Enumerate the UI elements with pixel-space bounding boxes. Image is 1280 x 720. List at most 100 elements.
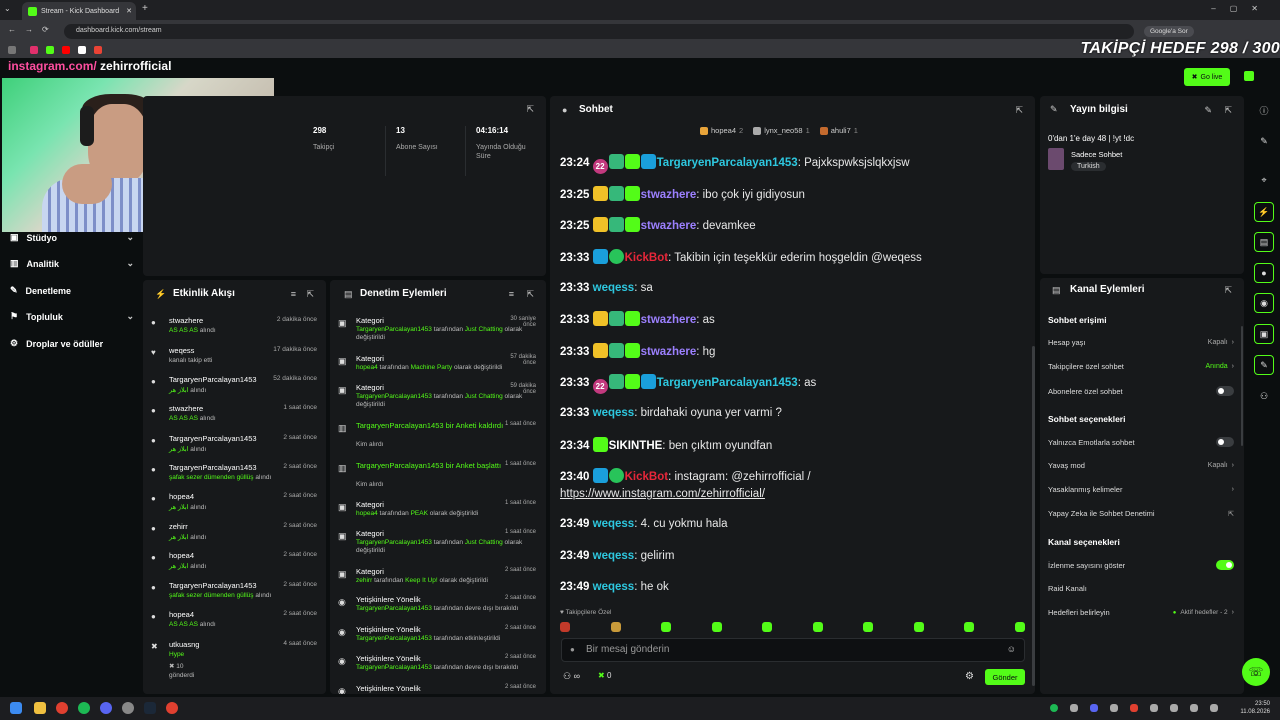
kick-logo-icon[interactable] <box>1244 71 1254 81</box>
chat-scrollbar[interactable] <box>1032 346 1035 686</box>
emote-icon[interactable] <box>560 622 570 632</box>
popout-icon[interactable]: ⇱ <box>306 289 314 300</box>
chat-bubble-icon[interactable]: ● <box>1254 263 1274 283</box>
emote-icon[interactable] <box>812 622 823 632</box>
activity-username[interactable]: hopea4 <box>169 610 194 619</box>
moderation-user[interactable]: zehirr <box>356 577 372 584</box>
followers-only-row[interactable]: Takipçilere özel sohbet Anında › <box>1048 362 1234 371</box>
emote-icon[interactable] <box>863 622 874 632</box>
chat-username[interactable]: KickBot <box>625 471 668 483</box>
kick-points[interactable]: ✖ 0 <box>598 671 611 680</box>
moderation-user[interactable]: TargaryenParcalayan1453 <box>356 635 432 642</box>
moderation-user[interactable]: TargaryenParcalayan1453 <box>356 393 432 400</box>
chrome-icon[interactable] <box>56 702 68 714</box>
emote-icon[interactable] <box>610 622 621 632</box>
moderation-user[interactable]: TargaryenParcalayan1453 <box>356 605 432 612</box>
activity-username[interactable]: TargaryenParcalayan1453 <box>169 375 257 384</box>
tab-search-icon[interactable]: ⌄ <box>4 4 11 13</box>
chat-user-icon[interactable]: ⚇ ∞ <box>563 671 580 682</box>
window-controls[interactable]: –▢✕ <box>1211 4 1272 13</box>
bookmark-icon[interactable] <box>78 46 86 54</box>
ai-moderation-row[interactable]: Yapay Zeka ile Sohbet Denetimi ⇱ <box>1048 509 1234 518</box>
chat-username[interactable]: weqess <box>593 550 635 562</box>
activity-username[interactable]: TargaryenParcalayan1453 <box>169 463 257 472</box>
banned-words-row[interactable]: Yasaklanmış kelimeler › <box>1048 485 1234 494</box>
chat-username[interactable]: weqess <box>593 407 635 419</box>
tray-icon[interactable] <box>1090 704 1098 712</box>
sidebar-item-studio[interactable]: ▣ Stüdyo ⌄ <box>10 232 134 243</box>
bookmark-icon[interactable] <box>46 46 54 54</box>
chrome-icon[interactable] <box>166 702 178 714</box>
moderation-user[interactable]: hopea4 <box>356 364 378 371</box>
lightning-icon[interactable]: ⚡ <box>1254 202 1274 222</box>
popout-icon[interactable]: ⇱ <box>526 289 534 300</box>
chat-link[interactable]: https://www.instagram.com/zehirrofficial… <box>560 488 765 500</box>
bookmark-icon[interactable] <box>62 46 70 54</box>
obs-icon[interactable] <box>122 702 134 714</box>
chat-username[interactable]: stwazhere <box>641 314 697 326</box>
chat-username[interactable]: weqess <box>593 581 635 593</box>
moderation-user[interactable]: hopea4 <box>356 510 378 517</box>
gifter-item[interactable]: ahuli7 1 <box>819 126 858 135</box>
panel-scrollbar[interactable] <box>1241 326 1243 446</box>
tray-icon[interactable] <box>1110 704 1118 712</box>
address-bar[interactable]: dashboard.kick.com/stream <box>64 24 1134 39</box>
gifter-item[interactable]: lynx_neo58 1 <box>753 126 810 135</box>
bookmark-icon[interactable] <box>94 46 102 54</box>
activity-username[interactable]: weqess <box>169 346 194 355</box>
subs-only-toggle[interactable] <box>1216 386 1234 396</box>
sidebar-item-drops[interactable]: ⚙ Droplar ve ödüller <box>10 338 134 349</box>
new-tab-button[interactable]: + <box>142 3 148 14</box>
activity-username[interactable]: stwazhere <box>169 404 203 413</box>
gear-icon[interactable]: ⚙ <box>965 671 974 682</box>
filter-icon[interactable]: ≡ <box>509 289 514 299</box>
gifter-item[interactable]: hopea4 2 <box>700 126 743 135</box>
emote-icon[interactable] <box>1014 622 1025 632</box>
bookmark-icon[interactable] <box>30 46 38 54</box>
activity-username[interactable]: stwazhere <box>169 316 203 325</box>
emote-icon[interactable] <box>711 622 722 632</box>
chat-username[interactable]: stwazhere <box>641 346 697 358</box>
account-age-row[interactable]: Hesap yaşı Kapalı › <box>1048 338 1234 347</box>
browser-tab[interactable]: Stream - Kick Dashboard ✕ <box>22 2 136 20</box>
file-explorer-icon[interactable] <box>34 702 46 714</box>
clipboard-icon[interactable]: ▤ <box>1254 232 1274 252</box>
moderation-user[interactable]: TargaryenParcalayan1453 <box>356 539 432 546</box>
google-ask-button[interactable]: Google'a Sor <box>1144 26 1194 37</box>
popout-icon[interactable]: ⇱ <box>526 104 534 115</box>
chat-username[interactable]: TargaryenParcalayan1453 <box>657 157 798 169</box>
chat-message-input[interactable]: ● Bir mesaj gönderin ☺ <box>561 638 1025 662</box>
chat-username[interactable]: stwazhere <box>641 220 697 232</box>
chat-username[interactable]: SIKINTHE <box>609 440 663 452</box>
chat-username[interactable]: weqess <box>593 282 635 294</box>
moderation-user[interactable]: TargaryenParcalayan1453 <box>356 326 432 333</box>
chat-username[interactable]: stwazhere <box>641 189 697 201</box>
tray-icon[interactable] <box>1070 704 1078 712</box>
tray-icon[interactable] <box>1150 704 1158 712</box>
tray-icon[interactable] <box>1170 704 1178 712</box>
sidebar-item-moderation[interactable]: ✎ Denetleme <box>10 285 134 296</box>
close-tab-icon[interactable]: ✕ <box>126 7 132 15</box>
filter-icon[interactable]: ≡ <box>291 289 296 299</box>
help-chat-button[interactable]: ☏ <box>1242 658 1270 686</box>
emoji-icon[interactable]: ☺ <box>1007 644 1016 654</box>
tray-icon[interactable] <box>1210 704 1218 712</box>
moderation-user[interactable]: TargaryenParcalayan1453 <box>356 664 432 671</box>
activity-username[interactable]: zehirr <box>169 522 188 531</box>
tray-icon[interactable] <box>1190 704 1198 712</box>
pencil-icon[interactable]: ✎ <box>1204 105 1212 116</box>
nav-buttons[interactable]: ←→⟳ <box>8 25 58 34</box>
sidebar-item-analytics[interactable]: ▥ Analitik ⌄ <box>10 258 134 269</box>
steam-icon[interactable] <box>144 702 156 714</box>
cards-icon[interactable]: ▣ <box>1254 324 1274 344</box>
chat-username[interactable]: KickBot <box>625 252 668 264</box>
popout-icon[interactable]: ⇱ <box>1224 105 1232 116</box>
popout-icon[interactable]: ⇱ <box>1015 105 1023 116</box>
tray-icon[interactable] <box>1130 704 1138 712</box>
emote-icon[interactable] <box>762 622 773 632</box>
crosshair-icon[interactable]: ⌖ <box>1254 170 1274 190</box>
go-live-button[interactable]: ✖ Go live <box>1184 68 1230 86</box>
emote-icon[interactable] <box>964 622 975 632</box>
activity-username[interactable]: hopea4 <box>169 492 194 501</box>
raid-row[interactable]: Raid Kanalı <box>1048 584 1234 593</box>
